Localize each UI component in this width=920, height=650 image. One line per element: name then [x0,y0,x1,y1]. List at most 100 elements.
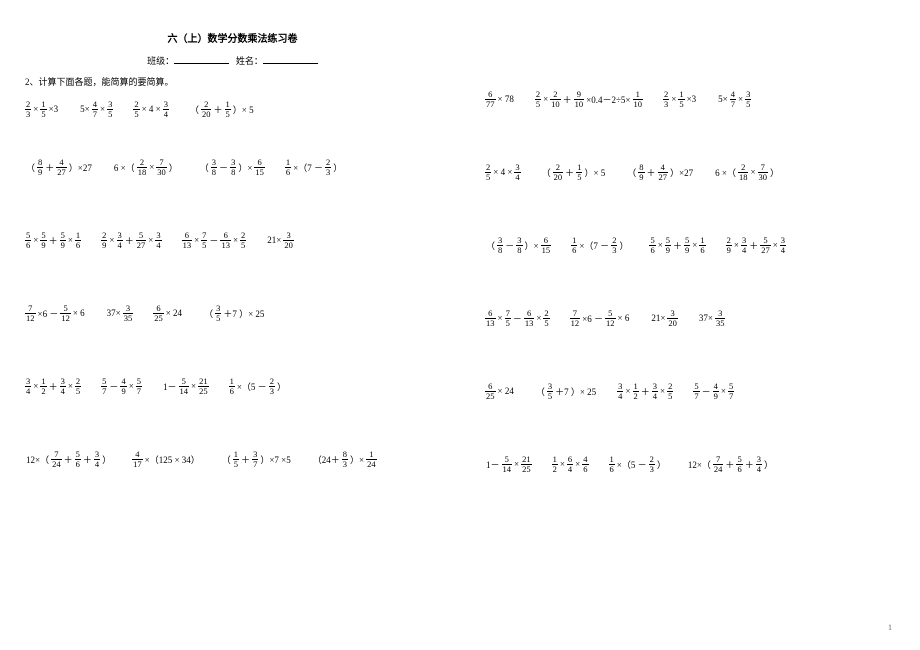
fraction: 49 [713,382,719,400]
left-page: 六（上）数学分数乘法练习卷 班级： 姓名： 2、计算下面各题，能简算的要简算。 … [0,0,460,650]
fraction: 34 [756,455,762,473]
fraction: 730 [156,158,167,176]
problem-row: 34×12＋34× 2557－ 49× 571－ 514× 212516×（5 … [25,377,440,395]
fraction: 38 [230,158,236,176]
math-expression: 712×6 － 512× 6 [25,304,86,322]
problem-row: 23×15×35×47×3525× 4 × 34（220＋15）× 5 [25,100,440,118]
math-expression: 21× 320 [266,231,294,249]
fraction: 57 [136,377,142,395]
math-expression: 16×（7 － 23） [285,158,343,176]
math-expression: （89＋427）×27 [25,158,93,176]
math-expression: 25× 4 × 34 [133,100,169,118]
fraction: 16 [609,455,615,473]
math-expression: 1－ 514× 2125 [162,377,209,395]
fraction: 59 [665,236,671,254]
fraction: 220 [553,163,564,181]
fraction: 49 [120,377,126,395]
name-label: 姓名： [236,56,263,66]
fraction: 512 [60,304,71,322]
worksheet-title: 六（上）数学分数乘法练习卷 [25,30,440,45]
math-expression: 34×12＋34× 25 [25,377,81,395]
math-expression: 16×（5 － 23） [229,377,287,395]
fraction: 512 [605,309,616,327]
fraction: 15 [40,100,46,118]
student-info: 班级： 姓名： [25,53,440,67]
fraction: 16 [75,231,81,249]
fraction: 83 [342,450,348,468]
fraction: 16 [699,236,705,254]
fraction: 34 [741,236,747,254]
fraction: 57 [728,382,734,400]
fraction: 625 [153,304,164,322]
fraction: 527 [136,231,147,249]
fraction: 56 [736,455,742,473]
fraction: 25 [240,231,246,249]
fraction: 12 [552,455,558,473]
math-expression: （38－38）× 615 [199,158,265,176]
right-content: 677 × 7825×210＋910×0.4－2÷5×11023×15×35×4… [485,90,900,473]
fraction: 514 [179,377,190,395]
fraction: 89 [638,163,644,181]
fraction: 59 [60,231,66,249]
page-number: 1 [888,623,892,632]
fraction: 712 [25,304,36,322]
math-expression: 23×15×3 [25,100,59,118]
fraction: 220 [201,100,212,118]
fraction: 34 [652,382,658,400]
class-label: 班级： [147,56,174,66]
fraction: 34 [780,236,786,254]
fraction: 57 [101,377,107,395]
fraction: 59 [40,231,46,249]
fraction: 25 [543,309,549,327]
fraction: 417 [132,450,143,468]
math-expression: （24＋83）× 124 [312,450,377,468]
fraction: 910 [574,90,585,108]
fraction: 320 [667,309,678,327]
fraction: 47 [730,90,736,108]
fraction: 110 [633,90,644,108]
fraction: 23 [663,90,669,108]
name-blank [263,53,318,64]
fraction: 75 [201,231,207,249]
math-expression: 23×15×3 [663,90,697,108]
fraction: 25 [75,377,81,395]
math-expression: 12×（724＋56＋34） [687,455,774,473]
fraction: 218 [738,163,749,181]
fraction: 34 [117,231,123,249]
class-blank [174,53,229,64]
fraction: 35 [745,90,751,108]
problem-row: （89＋427）×27 6 ×（218×730） （38－38）× 615 16×（7… [25,158,440,176]
math-expression: （15＋37）×7 ×5 [221,450,292,468]
fraction: 15 [233,450,239,468]
math-expression: 21× 320 [650,309,678,327]
fraction: 210 [550,90,561,108]
fraction: 15 [576,163,582,181]
fraction: 25 [667,382,673,400]
fraction: 35 [547,382,553,400]
fraction: 514 [502,455,513,473]
math-expression: 25×210＋910×0.4－2÷5×110 [535,90,643,108]
fraction: 427 [56,158,67,176]
math-expression: 712×6 － 512× 6 [570,309,631,327]
fraction: 38 [497,236,503,254]
math-expression: 34×12＋34× 25 [617,382,673,400]
math-expression: （35＋7 ）× 25 [535,382,597,400]
fraction: 677 [485,90,496,108]
right-page: 677 × 7825×210＋910×0.4－2÷5×11023×15×35×4… [460,0,920,650]
fraction: 37 [252,450,258,468]
fraction: 38 [211,158,217,176]
fraction: 16 [571,236,577,254]
fraction: 16 [229,377,235,395]
fraction: 75 [505,309,511,327]
fraction: 2125 [198,377,209,395]
problem-row: （38－38）× 61516×（7 － 23）56×59＋59× 1629×34… [485,236,900,254]
fraction: 89 [37,158,43,176]
fraction: 16 [285,158,291,176]
fraction: 320 [283,231,294,249]
fraction: 34 [60,377,66,395]
fraction: 34 [25,377,31,395]
math-expression: 6 ×（218×730） [113,158,179,176]
fraction: 23 [325,158,331,176]
math-expression: 677 × 78 [485,90,515,108]
fraction: 46 [582,455,588,473]
